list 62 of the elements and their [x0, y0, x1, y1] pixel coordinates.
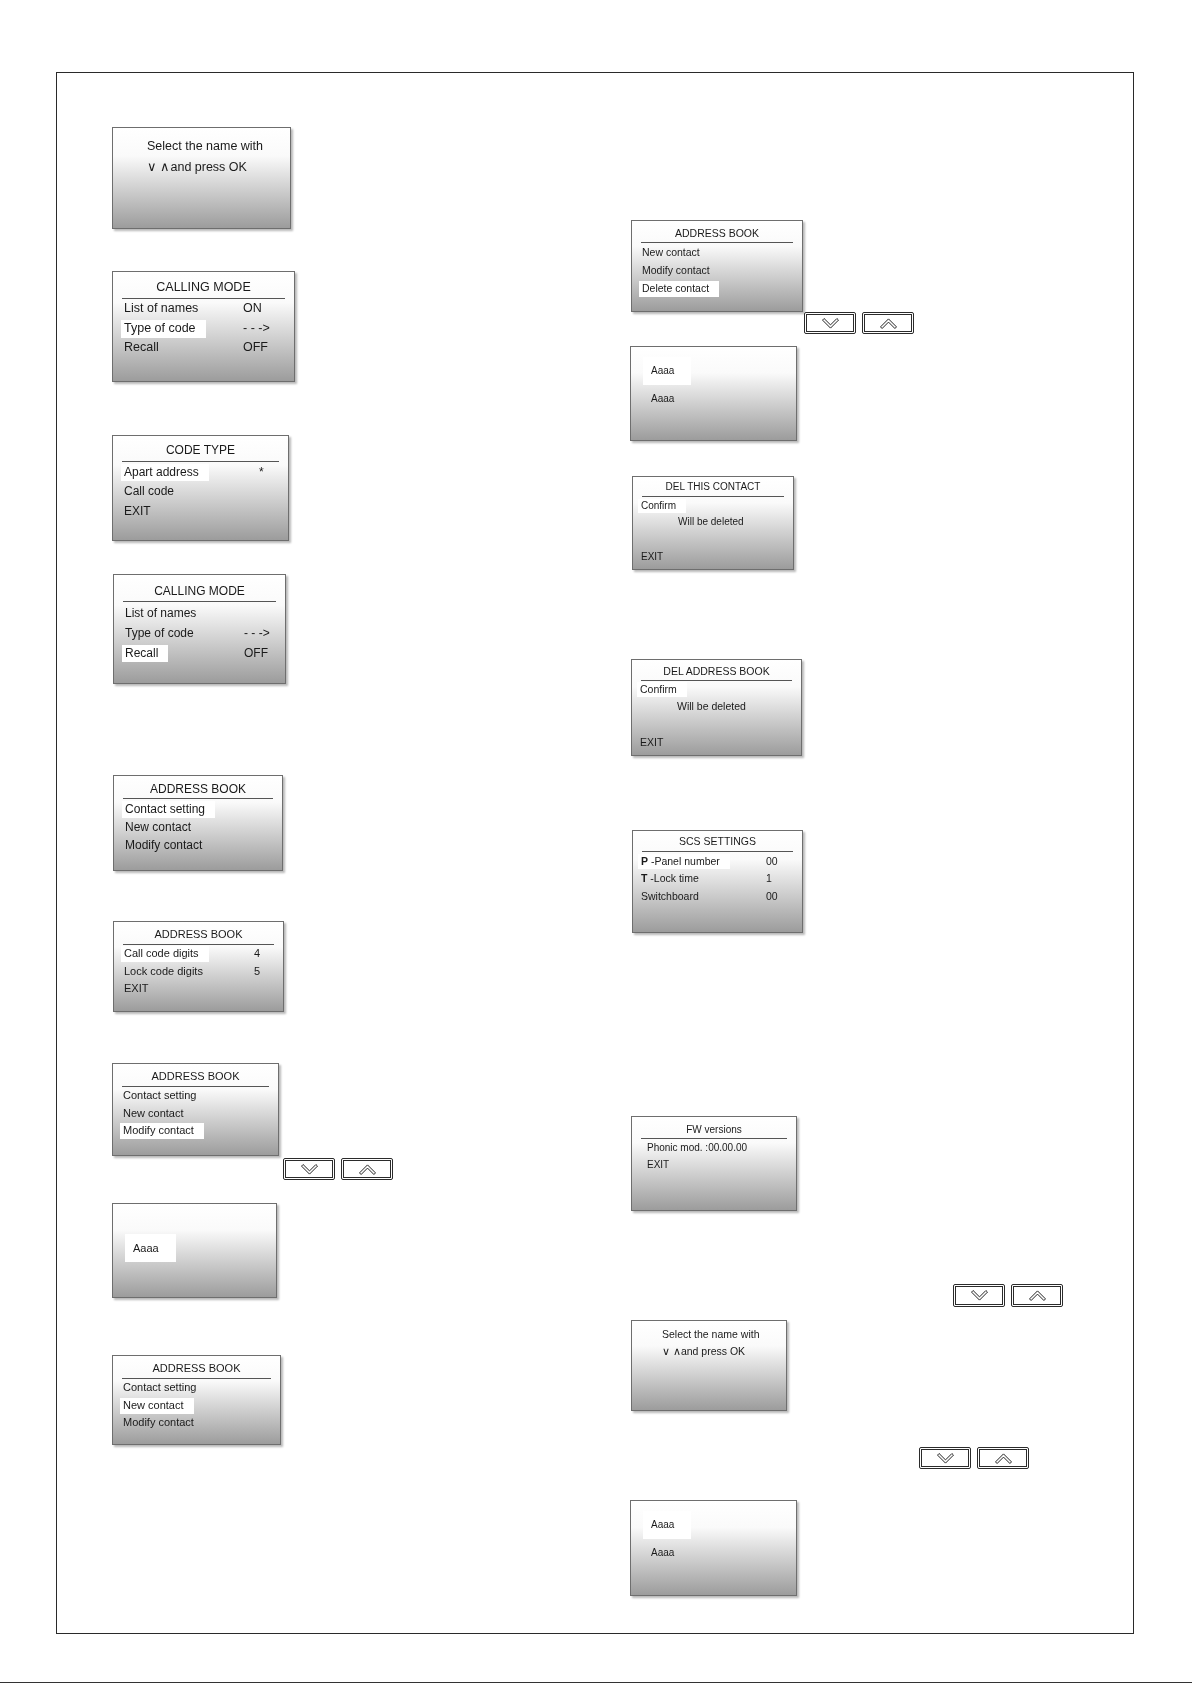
screen-title: CALLING MODE — [123, 581, 276, 602]
menu-item: List of names — [123, 300, 200, 318]
status-message: Will be deleted — [678, 515, 744, 529]
menu-item: New contact — [641, 245, 701, 261]
chevron-up-icon — [994, 1452, 1012, 1464]
screen-title: CODE TYPE — [122, 441, 279, 462]
menu-item: Call code — [123, 483, 176, 501]
chevron-down-icon — [970, 1290, 988, 1301]
menu-item: Phonic mod. :00.00.00 — [646, 1141, 749, 1156]
menu-item: Switchboard — [640, 888, 700, 904]
menu-item: Lock code digits — [123, 963, 204, 979]
menu-item: EXIT — [639, 735, 665, 751]
prompt-text: Select the name with — [662, 1327, 760, 1342]
screen-title: ADDRESS BOOK — [122, 1360, 271, 1379]
menu-item-value: 5 — [254, 964, 262, 979]
menu-item: Contact setting — [122, 1088, 198, 1104]
menu-item-value: 00 — [766, 889, 779, 903]
menu-item: EXIT — [646, 1158, 671, 1173]
screen-title: ADDRESS BOOK — [123, 926, 274, 945]
menu-item: EXIT — [640, 549, 665, 564]
menu-item: Modify contact — [641, 263, 711, 279]
menu-item-value: 1 — [766, 872, 773, 886]
menu-item: Recall — [123, 339, 160, 357]
screen-title: CALLING MODE — [122, 278, 285, 299]
menu-item-value: ON — [243, 301, 263, 318]
screen-title: ADDRESS BOOK — [641, 224, 793, 243]
screen-title: SCS SETTINGS — [642, 833, 793, 852]
menu-item-value: * — [259, 464, 265, 480]
menu-item-value: - - -> — [244, 625, 271, 641]
menu-item-value: OFF — [243, 340, 269, 357]
chevron-up-icon — [1028, 1290, 1046, 1301]
name-entry: Aaaa — [125, 1234, 176, 1262]
chevron-up-icon — [879, 317, 897, 329]
chevron-up-icon — [358, 1163, 376, 1175]
name-entry: Aaaa — [650, 1546, 676, 1560]
menu-item: Modify contact — [122, 1415, 195, 1431]
menu-item: List of names — [124, 604, 198, 622]
menu-item: EXIT — [123, 502, 152, 520]
status-message: Will be deleted — [677, 699, 746, 714]
name-entry: Aaaa — [650, 392, 676, 406]
menu-item: Type of code — [124, 624, 195, 642]
menu-item: EXIT — [123, 981, 150, 997]
screen-title: ADDRESS BOOK — [123, 780, 273, 799]
prompt-text: Select the name with — [147, 138, 264, 155]
chevron-down-icon — [300, 1163, 318, 1175]
chevron-down-icon — [936, 1452, 954, 1464]
screen-title: DEL ADDRESS BOOK — [641, 663, 792, 681]
menu-item-value: 4 — [254, 947, 262, 962]
menu-item-value: 00 — [766, 854, 779, 868]
screen-title: FW versions — [641, 1121, 787, 1139]
screen-title: ADDRESS BOOK — [122, 1068, 269, 1087]
menu-item: New contact — [124, 818, 193, 836]
prompt-text: ∨ ∧and press OK — [662, 1344, 746, 1359]
menu-item: Contact setting — [122, 1380, 198, 1396]
menu-item-value: OFF — [244, 645, 269, 661]
chevron-down-icon — [821, 317, 839, 329]
prompt-text: ∨ ∧and press OK — [147, 159, 247, 176]
menu-item: Modify contact — [124, 836, 204, 854]
menu-item: T -Lock time — [640, 871, 700, 887]
screen-title: DEL THIS CONTACT — [642, 479, 784, 497]
menu-item: New contact — [122, 1105, 185, 1121]
menu-item-value: - - -> — [243, 320, 271, 337]
